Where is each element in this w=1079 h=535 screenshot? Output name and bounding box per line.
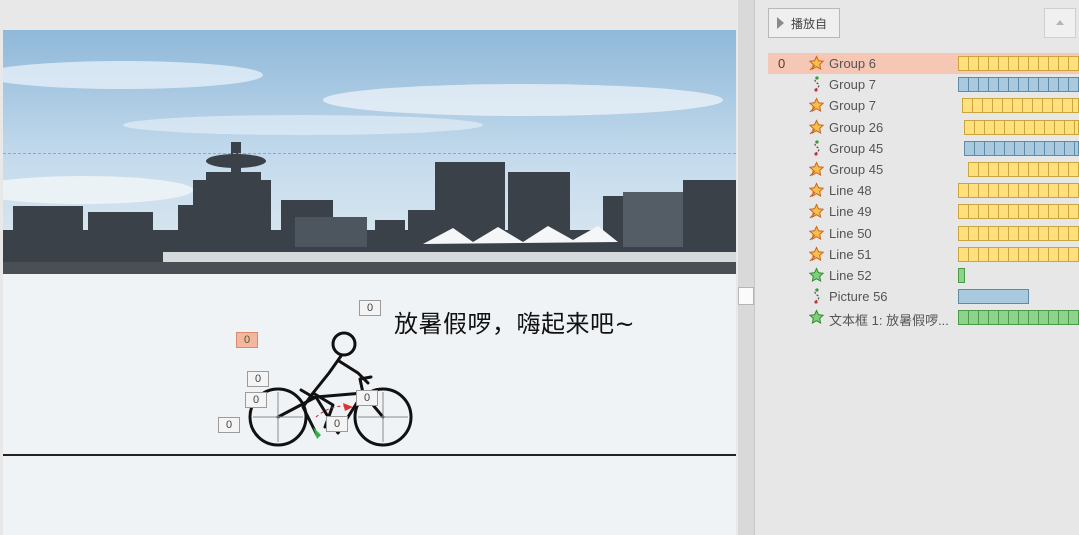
emphasis-star-icon xyxy=(808,182,825,199)
timeline-bar[interactable] xyxy=(964,119,1079,135)
animation-tag-head[interactable]: 0 xyxy=(359,300,381,316)
animation-list-item[interactable]: Line 50 xyxy=(768,223,1079,244)
animation-item-name: Line 50 xyxy=(829,225,872,241)
green-marker xyxy=(313,427,321,439)
animation-item-name: Group 26 xyxy=(829,119,884,135)
emphasis-star-icon xyxy=(808,97,825,114)
entrance-star-icon xyxy=(808,267,825,284)
animation-list-item[interactable]: Line 49 xyxy=(768,201,1079,222)
animation-list-item[interactable]: 0 Group 6 xyxy=(768,53,1079,75)
alignment-guide xyxy=(3,153,736,154)
timeline-bar[interactable] xyxy=(958,56,1079,71)
scroll-up-button[interactable] xyxy=(1044,8,1076,38)
animation-tag-handlebar[interactable]: 0 xyxy=(247,371,269,387)
animation-item-name: Line 49 xyxy=(829,204,872,220)
timeline-bar[interactable] xyxy=(958,267,965,283)
emphasis-star-icon xyxy=(808,55,825,72)
animation-tag-rear-wheel[interactable]: 0 xyxy=(218,417,240,433)
emphasis-star-icon xyxy=(808,161,825,178)
timeline-bar[interactable] xyxy=(958,204,1079,220)
animation-tag-selected[interactable]: 0 xyxy=(236,332,258,348)
timeline-bar[interactable] xyxy=(958,77,1079,93)
slide-editor-pane: 0 0 0 0 0 0 0 放暑假啰，嗨起来吧~ xyxy=(0,0,739,535)
animation-list-item[interactable]: Group 7 xyxy=(768,95,1079,116)
animation-item-name: Line 48 xyxy=(829,183,872,199)
motion-path-icon xyxy=(808,76,825,93)
animation-step-number: 0 xyxy=(778,56,786,71)
play-from-label: 播放自 xyxy=(791,16,828,31)
ground-line[interactable] xyxy=(3,454,736,456)
animation-list-item[interactable]: Group 45 xyxy=(768,159,1079,180)
emphasis-star-icon xyxy=(808,224,825,242)
timeline-bar[interactable] xyxy=(958,225,1079,241)
emphasis-star-icon xyxy=(808,246,825,263)
city-skyline-picture[interactable] xyxy=(3,30,736,274)
emphasis-star-icon xyxy=(808,118,825,136)
animation-item-name: Picture 56 xyxy=(829,289,888,305)
animation-list-item[interactable]: Line 51 xyxy=(768,244,1079,265)
head xyxy=(331,331,357,357)
animation-list-item[interactable]: Picture 56 xyxy=(768,286,1079,307)
animation-list-item[interactable]: 文本框 1: 放暑假啰... xyxy=(768,307,1079,328)
timeline-bar[interactable] xyxy=(964,140,1079,156)
animation-item-name: Line 51 xyxy=(829,246,872,262)
splitter-handle[interactable] xyxy=(738,287,754,305)
timeline-bar[interactable] xyxy=(962,98,1079,114)
animation-item-name: Group 7 xyxy=(829,77,876,93)
animation-list-item[interactable]: Group 7 xyxy=(768,74,1079,95)
play-icon xyxy=(777,17,784,29)
animation-item-name: Group 7 xyxy=(829,98,876,114)
animation-tag-rear-hub[interactable]: 0 xyxy=(245,392,267,408)
emphasis-star-icon xyxy=(808,203,825,220)
timeline-bar[interactable] xyxy=(958,310,1079,326)
play-from-button[interactable]: 播放自 xyxy=(768,8,840,38)
timeline-bar[interactable] xyxy=(958,289,1029,305)
animation-item-name: 文本框 1: 放暑假啰... xyxy=(829,313,949,329)
animation-item-name: Line 52 xyxy=(829,267,872,283)
timeline-bar[interactable] xyxy=(958,246,1079,262)
animation-tag-pedal[interactable]: 0 xyxy=(326,416,348,432)
animation-item-name: Group 6 xyxy=(829,56,876,71)
animation-list-item[interactable]: Group 26 xyxy=(768,117,1079,138)
animation-list-item[interactable]: Line 52 xyxy=(768,265,1079,286)
entrance-star-icon xyxy=(808,309,825,326)
pane-splitter[interactable] xyxy=(738,0,755,535)
caption-textbox[interactable]: 放暑假啰，嗨起来吧~ xyxy=(394,304,635,339)
torso xyxy=(311,354,343,395)
animation-list-item[interactable]: Line 48 xyxy=(768,180,1079,201)
motion-path-icon xyxy=(808,288,825,305)
animation-tag-front-hub[interactable]: 0 xyxy=(356,390,378,406)
animation-item-name: Group 45 xyxy=(829,140,884,156)
animation-list-item[interactable]: Group 45 xyxy=(768,138,1079,159)
timeline-bar[interactable] xyxy=(968,161,1079,177)
slide-canvas[interactable]: 0 0 0 0 0 0 0 放暑假啰，嗨起来吧~ xyxy=(3,30,736,535)
motion-path-icon xyxy=(808,140,825,157)
animation-item-name: Group 45 xyxy=(829,161,884,177)
timeline-bar[interactable] xyxy=(958,183,1079,199)
animation-list: 0 Group 6 Group 7 Group 7 Group 26 Group 45 Gr… xyxy=(768,53,1079,328)
animation-pane: 播放自 0 Group 6 Group 7 Group 7 Group 26 Group … xyxy=(755,0,1079,535)
